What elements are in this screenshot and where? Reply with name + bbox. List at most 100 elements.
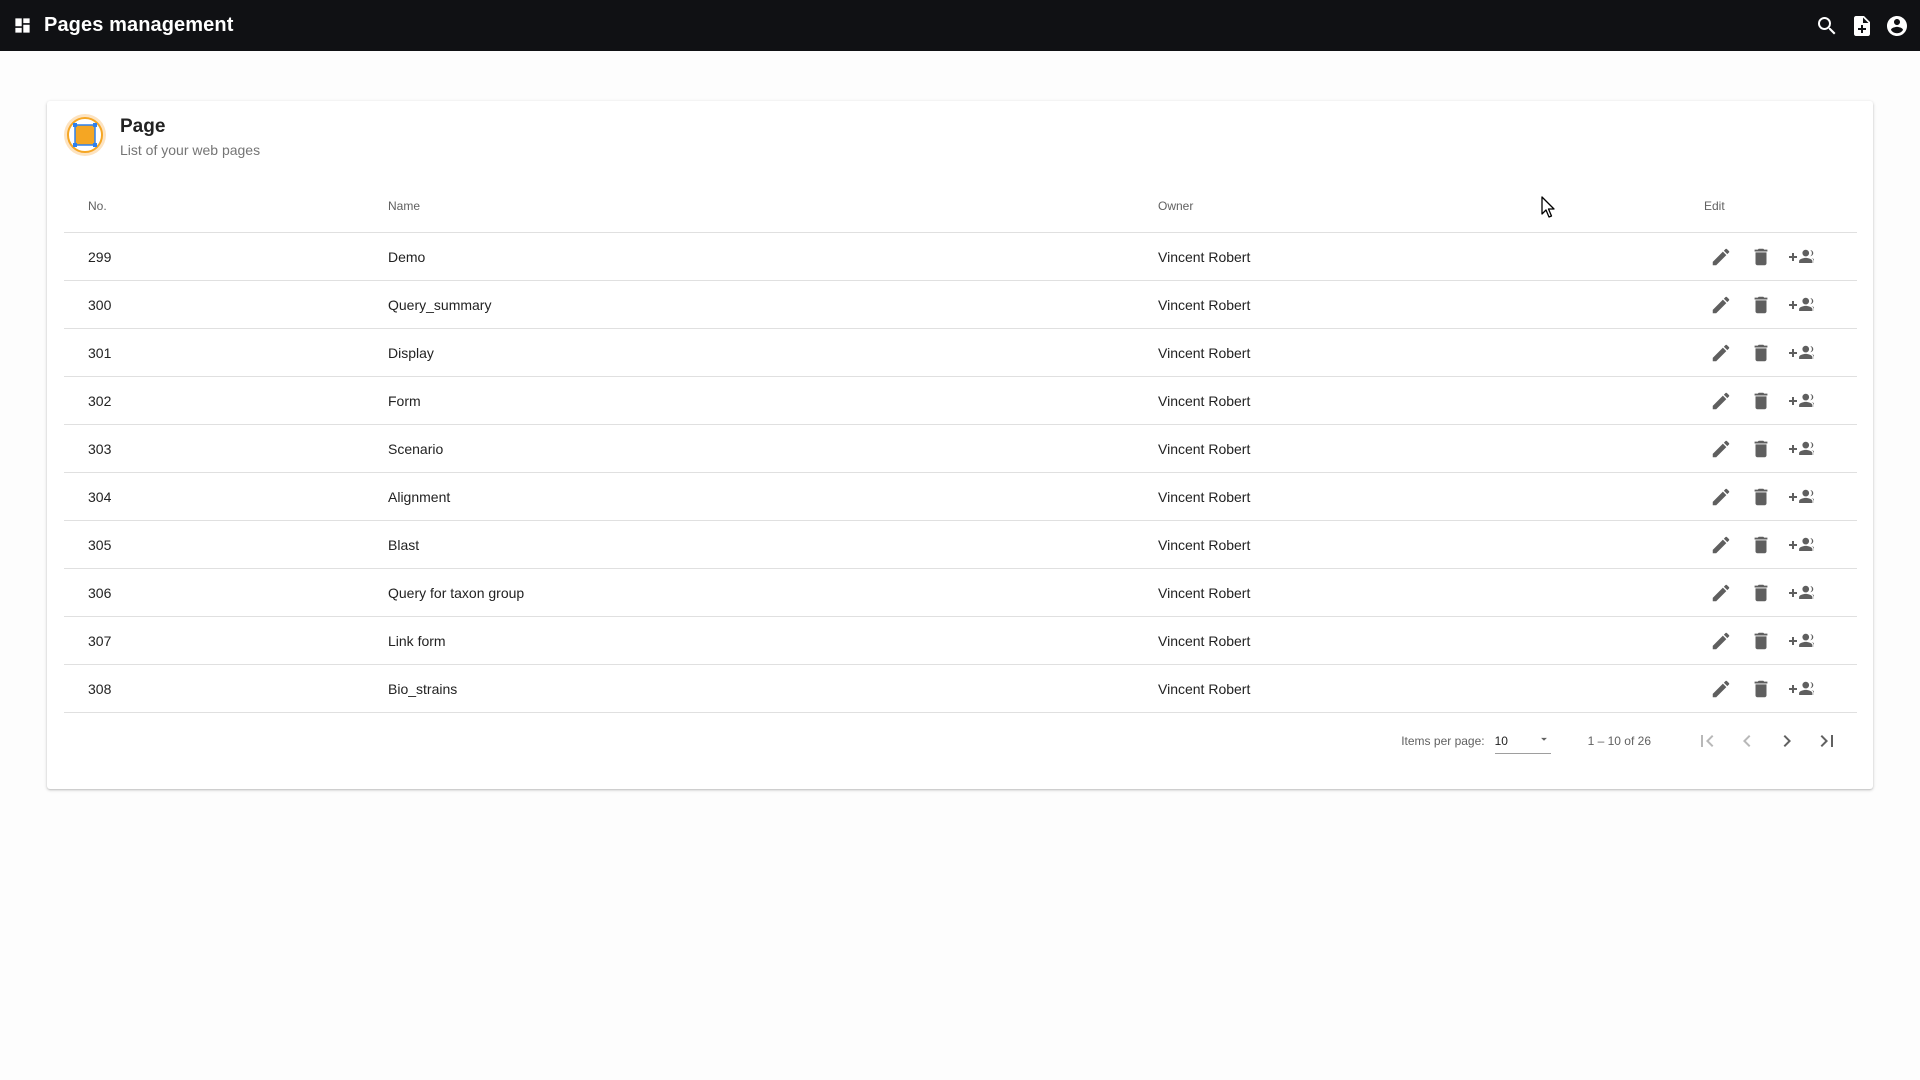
- add-user-icon[interactable]: [1781, 621, 1821, 661]
- add-user-icon[interactable]: [1781, 237, 1821, 277]
- last-page-icon[interactable]: [1807, 721, 1847, 761]
- delete-icon[interactable]: [1741, 573, 1781, 613]
- delete-icon[interactable]: [1741, 285, 1781, 325]
- add-user-icon[interactable]: [1781, 477, 1821, 517]
- first-page-icon[interactable]: [1687, 721, 1727, 761]
- cell-actions: [1698, 573, 1857, 613]
- cell-owner: Vincent Robert: [1158, 584, 1251, 601]
- edit-icon[interactable]: [1701, 573, 1741, 613]
- card-header: Page List of your web pages: [64, 113, 260, 158]
- column-header-name[interactable]: Name: [388, 199, 1158, 213]
- table-row[interactable]: 307 Link form Vincent Robert: [64, 617, 1857, 665]
- edit-icon[interactable]: [1701, 477, 1741, 517]
- table-row[interactable]: 300 Query_summary Vincent Robert: [64, 281, 1857, 329]
- delete-icon[interactable]: [1741, 333, 1781, 373]
- add-user-icon[interactable]: [1781, 381, 1821, 421]
- app-title: Pages management: [44, 14, 234, 36]
- cell-no: 308: [88, 680, 112, 697]
- cell-name: Query_summary: [388, 296, 492, 313]
- paginator: Items per page: 10 1 – 10 of 26: [1401, 718, 1847, 764]
- cell-no: 306: [88, 584, 112, 601]
- dropdown-arrow-icon: [1537, 732, 1551, 749]
- delete-icon[interactable]: [1741, 477, 1781, 517]
- cell-name: Link form: [388, 632, 446, 649]
- delete-icon[interactable]: [1741, 669, 1781, 709]
- cell-actions: [1698, 429, 1857, 469]
- cell-name: Blast: [388, 536, 420, 553]
- column-header-owner[interactable]: Owner: [1158, 199, 1698, 213]
- items-per-page-select[interactable]: 10: [1494, 729, 1551, 754]
- account-circle-icon[interactable]: [1884, 13, 1910, 39]
- dashboard-icon[interactable]: [13, 16, 32, 35]
- edit-icon[interactable]: [1701, 669, 1741, 709]
- table-row[interactable]: 306 Query for taxon group Vincent Robert: [64, 569, 1857, 617]
- table-row[interactable]: 299 Demo Vincent Robert: [64, 233, 1857, 281]
- edit-icon[interactable]: [1701, 381, 1741, 421]
- table-row[interactable]: 308 Bio_strains Vincent Robert: [64, 665, 1857, 713]
- previous-page-icon[interactable]: [1727, 721, 1767, 761]
- edit-icon[interactable]: [1701, 429, 1741, 469]
- cell-name: Bio_strains: [388, 680, 458, 697]
- cell-actions: [1698, 237, 1857, 277]
- edit-icon[interactable]: [1701, 621, 1741, 661]
- column-header-no[interactable]: No.: [64, 199, 388, 213]
- cell-no: 299: [88, 248, 112, 265]
- column-header-edit: Edit: [1704, 198, 1725, 213]
- edit-icon[interactable]: [1701, 525, 1741, 565]
- page-list-card: Page List of your web pages No. Name Own…: [47, 101, 1873, 789]
- cell-owner: Vincent Robert: [1158, 488, 1251, 505]
- add-user-icon[interactable]: [1781, 525, 1821, 565]
- delete-icon[interactable]: [1741, 381, 1781, 421]
- add-user-icon[interactable]: [1781, 285, 1821, 325]
- cell-owner: Vincent Robert: [1158, 536, 1251, 553]
- next-page-icon[interactable]: [1767, 721, 1807, 761]
- cell-owner: Vincent Robert: [1158, 680, 1251, 697]
- cell-no: 303: [88, 440, 112, 457]
- cell-no: 302: [88, 392, 112, 409]
- items-per-page-label: Items per page:: [1401, 734, 1485, 748]
- cell-name: Scenario: [388, 440, 444, 457]
- cell-actions: [1698, 333, 1857, 373]
- table-row[interactable]: 304 Alignment Vincent Robert: [64, 473, 1857, 521]
- delete-icon[interactable]: [1741, 429, 1781, 469]
- cell-actions: [1698, 525, 1857, 565]
- card-subtitle: List of your web pages: [120, 142, 261, 158]
- edit-icon[interactable]: [1701, 333, 1741, 373]
- cell-no: 305: [88, 536, 112, 553]
- edit-icon[interactable]: [1701, 285, 1741, 325]
- cell-no: 304: [88, 488, 112, 505]
- cell-owner: Vincent Robert: [1158, 344, 1251, 361]
- add-page-icon[interactable]: [1849, 13, 1875, 39]
- add-user-icon[interactable]: [1781, 333, 1821, 373]
- table-body: 299 Demo Vincent Robert 300 Query_summary Vin…: [64, 233, 1857, 713]
- add-user-icon[interactable]: [1781, 573, 1821, 613]
- table-row[interactable]: 301 Display Vincent Robert: [64, 329, 1857, 377]
- cell-actions: [1698, 621, 1857, 661]
- cell-owner: Vincent Robert: [1158, 392, 1251, 409]
- table-row[interactable]: 305 Blast Vincent Robert: [64, 521, 1857, 569]
- cell-owner: Vincent Robert: [1158, 440, 1251, 457]
- card-title: Page: [120, 116, 166, 137]
- cell-owner: Vincent Robert: [1158, 632, 1251, 649]
- cell-name: Demo: [388, 248, 426, 265]
- top-app-bar: Pages management: [0, 0, 1920, 51]
- delete-icon[interactable]: [1741, 525, 1781, 565]
- table-header-row: No. Name Owner Edit: [64, 179, 1857, 233]
- add-user-icon[interactable]: [1781, 669, 1821, 709]
- cell-name: Query for taxon group: [388, 584, 525, 601]
- search-icon[interactable]: [1814, 13, 1840, 39]
- cell-name: Alignment: [388, 488, 451, 505]
- delete-icon[interactable]: [1741, 237, 1781, 277]
- edit-icon[interactable]: [1701, 237, 1741, 277]
- cell-owner: Vincent Robert: [1158, 296, 1251, 313]
- cell-actions: [1698, 669, 1857, 709]
- add-user-icon[interactable]: [1781, 429, 1821, 469]
- table-row[interactable]: 302 Form Vincent Robert: [64, 377, 1857, 425]
- delete-icon[interactable]: [1741, 621, 1781, 661]
- table-row[interactable]: 303 Scenario Vincent Robert: [64, 425, 1857, 473]
- cell-actions: [1698, 381, 1857, 421]
- cell-actions: [1698, 477, 1857, 517]
- cell-name: Form: [388, 392, 421, 409]
- cell-no: 307: [88, 632, 112, 649]
- cell-no: 301: [88, 344, 112, 361]
